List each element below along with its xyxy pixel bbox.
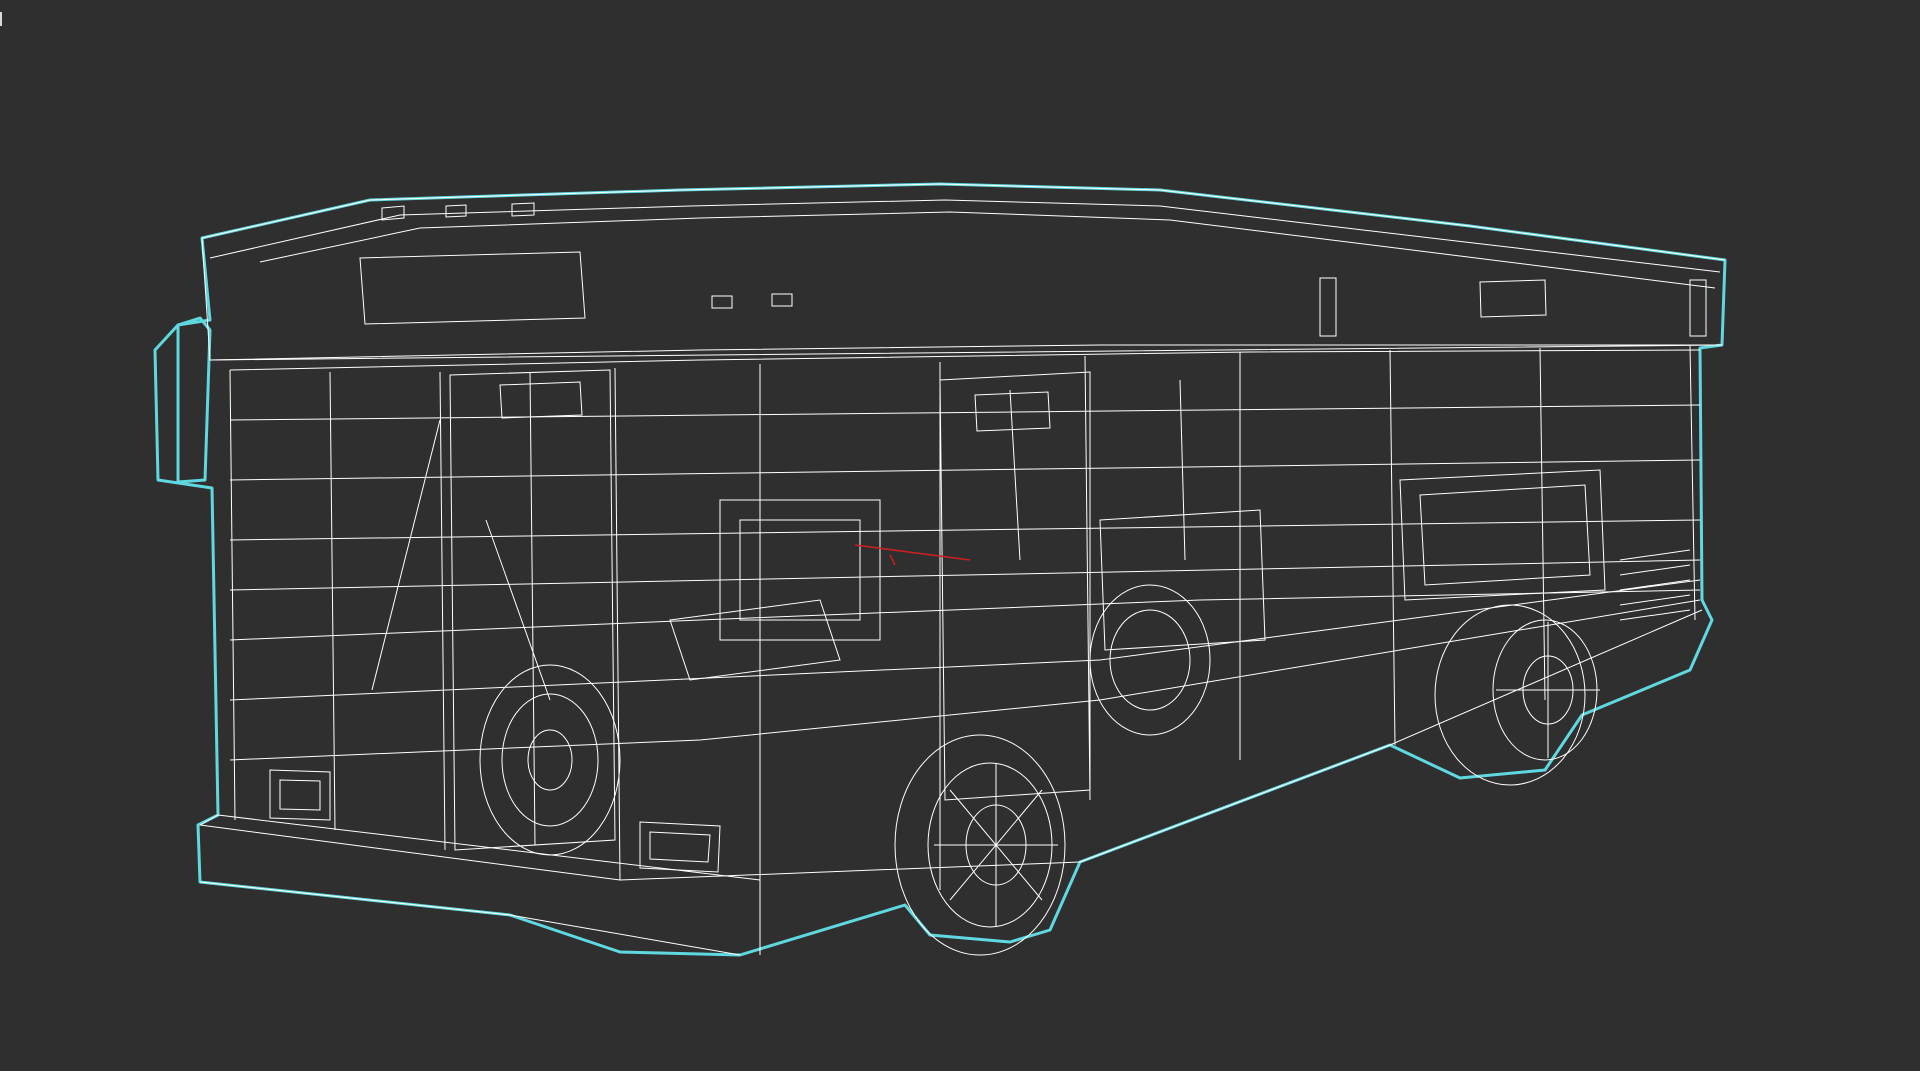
interior-column-2 xyxy=(1179,379,1186,561)
wiper-arm xyxy=(371,419,441,691)
roof-edge xyxy=(201,183,1726,261)
side-marker-2 xyxy=(771,293,793,307)
interior-seat-block-2 xyxy=(739,519,861,621)
side-pillar-2 xyxy=(1084,355,1091,801)
destination-sign-front xyxy=(359,251,586,325)
3d-viewport[interactable] xyxy=(0,0,1920,1071)
headlight-left-inner xyxy=(279,779,321,811)
headlight-left xyxy=(269,769,331,821)
wireframe-scene xyxy=(153,182,1727,957)
rear-grille-1 xyxy=(1619,549,1691,561)
roof-light-3 xyxy=(511,202,535,217)
x-axis-line xyxy=(854,544,971,561)
axis-gizmo xyxy=(854,544,971,566)
roof-front-bevel xyxy=(209,199,1721,273)
rear-wheel-far xyxy=(1089,584,1211,736)
interior-column xyxy=(1009,389,1021,561)
side-pillar-4 xyxy=(1389,349,1396,746)
axis-tick xyxy=(889,554,896,566)
roof-light-2 xyxy=(445,204,467,218)
front-pillar-left xyxy=(229,369,236,821)
route-sign-small-1 xyxy=(499,381,583,419)
mirror-outline xyxy=(176,316,212,484)
side-rail-3 xyxy=(229,519,1701,541)
headlight-right xyxy=(639,821,721,873)
side-marker-1 xyxy=(711,295,733,309)
bus-wireframe xyxy=(199,183,1726,956)
interior-rear-seats-inner xyxy=(1419,484,1591,586)
headlight-right-inner xyxy=(649,831,711,863)
front-wheel-far xyxy=(479,664,621,856)
mid-door-panel xyxy=(939,371,1091,801)
bumper-bottom xyxy=(199,881,741,956)
rear-grille-3 xyxy=(1619,579,1691,591)
front-pillar-mid xyxy=(329,371,336,831)
wheels xyxy=(479,584,1600,956)
rear-sign xyxy=(1479,279,1547,318)
side-rail-4 xyxy=(229,559,1701,591)
side-rail-5 xyxy=(229,579,1701,701)
interior-seat-block-1 xyxy=(719,499,881,641)
front-door-frame-left xyxy=(439,371,446,851)
roof-inner-line xyxy=(259,211,1716,289)
side-pillar-5 xyxy=(1539,347,1546,701)
floor-line xyxy=(229,599,1701,761)
rear-marker xyxy=(1689,279,1707,337)
rear-grille-2 xyxy=(1619,564,1691,576)
rear-wheel-near xyxy=(1434,604,1600,786)
side-pillar-6 xyxy=(1689,345,1696,621)
wiper-arm-2 xyxy=(485,519,551,701)
window-bottom xyxy=(229,589,1701,641)
side-marker-3 xyxy=(1319,277,1337,337)
